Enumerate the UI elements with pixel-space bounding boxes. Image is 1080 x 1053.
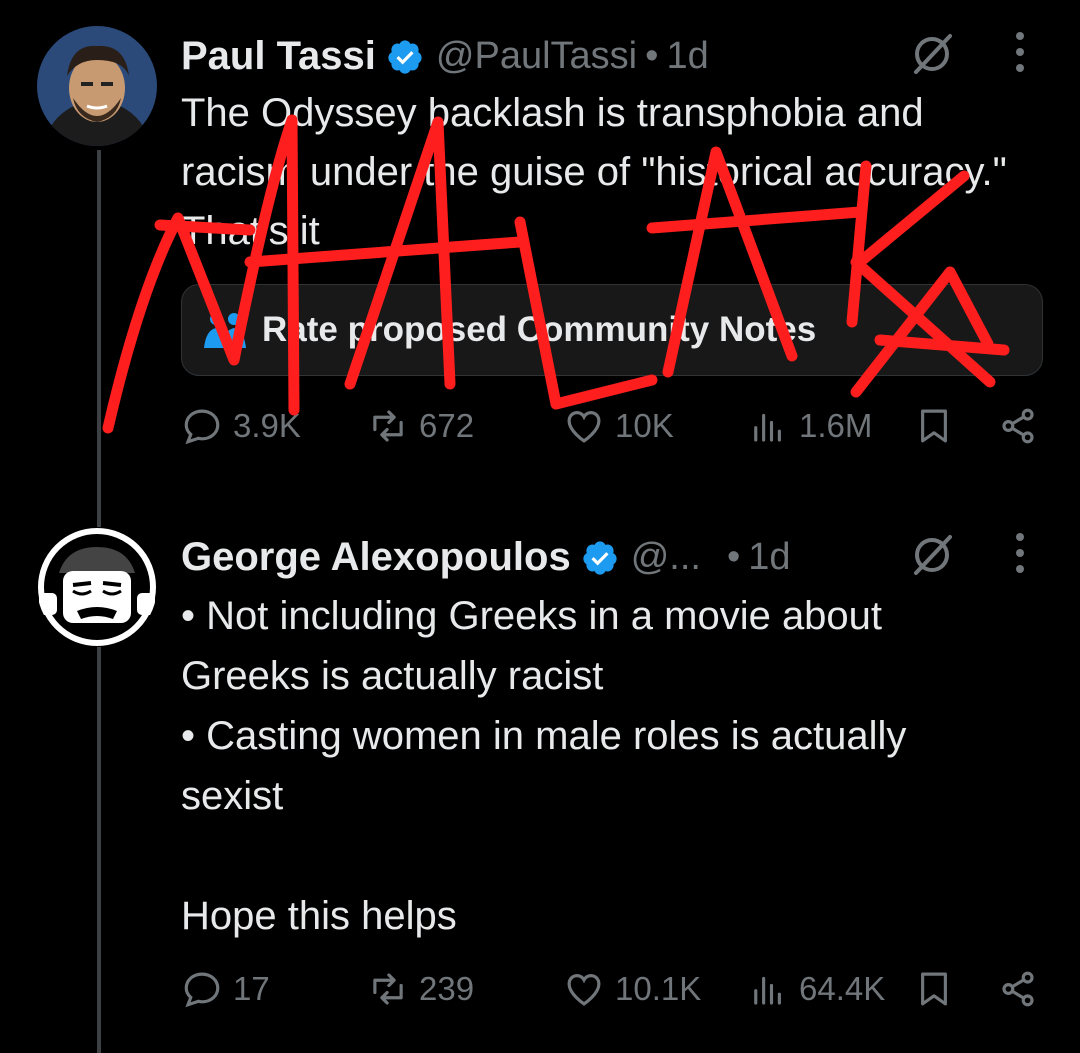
- like-button[interactable]: 10K: [563, 405, 674, 447]
- tweet-text-line: Greeks is actually racist: [181, 654, 604, 698]
- author-name[interactable]: George Alexopoulos: [181, 535, 571, 580]
- tweet-actions: 17 239 10.1K 64.4K: [181, 968, 1051, 1028]
- author-name[interactable]: Paul Tassi: [181, 34, 376, 79]
- tweet-text-line: • Not including Greeks in a movie about: [181, 594, 883, 638]
- avatar-george-alexopoulos[interactable]: [37, 527, 157, 647]
- bookmark-button[interactable]: [913, 968, 955, 1010]
- reply-icon: [184, 409, 220, 445]
- analytics-icon: [754, 976, 781, 1005]
- tweet-actions: 3.9K 672 10K 1.6M: [181, 405, 1051, 465]
- separator-dot: •: [645, 35, 659, 77]
- view-count: 1.6M: [799, 407, 873, 444]
- author-handle[interactable]: @PaulTassi: [436, 35, 637, 78]
- tweet-text-line: sexist: [181, 774, 284, 818]
- bookmark-icon: [921, 409, 947, 443]
- grok-icon[interactable]: [908, 30, 956, 78]
- community-notes-button[interactable]: Rate proposed Community Notes: [181, 284, 1043, 376]
- tweet-text: The Odyssey backlash is transphobia and …: [181, 91, 1007, 253]
- views-button[interactable]: 1.6M: [747, 405, 872, 447]
- tweet-header: Paul Tassi @PaulTassi • 1d: [181, 34, 709, 79]
- heart-icon: [567, 411, 601, 443]
- share-button[interactable]: [997, 968, 1039, 1010]
- reply-count: 3.9K: [233, 407, 301, 444]
- reply-count: 17: [233, 970, 270, 1007]
- tweet-text: • Not including Greeks in a movie about …: [181, 587, 1051, 947]
- share-icon: [1002, 408, 1034, 444]
- verified-badge-icon: [388, 39, 422, 74]
- community-notes-icon: [204, 313, 246, 348]
- repost-button[interactable]: 239: [367, 968, 474, 1010]
- like-count: 10K: [615, 407, 674, 444]
- more-options-icon[interactable]: [1014, 30, 1026, 74]
- bookmark-button[interactable]: [913, 405, 955, 447]
- tweet-text-line: • Casting women in male roles is actuall…: [181, 714, 907, 758]
- repost-icon: [373, 973, 403, 1005]
- community-notes-label: Rate proposed Community Notes: [262, 310, 817, 349]
- repost-icon: [373, 410, 403, 442]
- reply-icon: [184, 972, 220, 1008]
- repost-count: 239: [419, 970, 475, 1007]
- author-handle[interactable]: @...: [631, 536, 701, 579]
- tweet-header: George Alexopoulos @... • 1d: [181, 535, 791, 580]
- view-count: 64.4K: [799, 970, 886, 1007]
- bookmark-icon: [921, 972, 947, 1006]
- reply-button[interactable]: 17: [181, 968, 270, 1010]
- verified-badge-icon: [583, 540, 617, 575]
- repost-button[interactable]: 672: [367, 405, 474, 447]
- avatar-paul-tassi[interactable]: [37, 26, 157, 146]
- separator-dot: •: [726, 536, 741, 578]
- views-button[interactable]: 64.4K: [747, 968, 885, 1010]
- tweet-text-line: [181, 827, 1051, 887]
- timestamp[interactable]: 1d: [666, 35, 708, 78]
- grok-icon[interactable]: [908, 531, 956, 579]
- repost-count: 672: [419, 407, 475, 444]
- share-icon: [1002, 971, 1034, 1007]
- timestamp[interactable]: 1d: [748, 536, 790, 579]
- reply-button[interactable]: 3.9K: [181, 405, 301, 447]
- analytics-icon: [754, 413, 781, 442]
- like-count: 10.1K: [615, 970, 702, 1007]
- more-options-icon[interactable]: [1014, 531, 1026, 575]
- share-button[interactable]: [997, 405, 1039, 447]
- like-button[interactable]: 10.1K: [563, 968, 701, 1010]
- tweet-text-line: Hope this helps: [181, 894, 457, 938]
- heart-icon: [567, 974, 601, 1006]
